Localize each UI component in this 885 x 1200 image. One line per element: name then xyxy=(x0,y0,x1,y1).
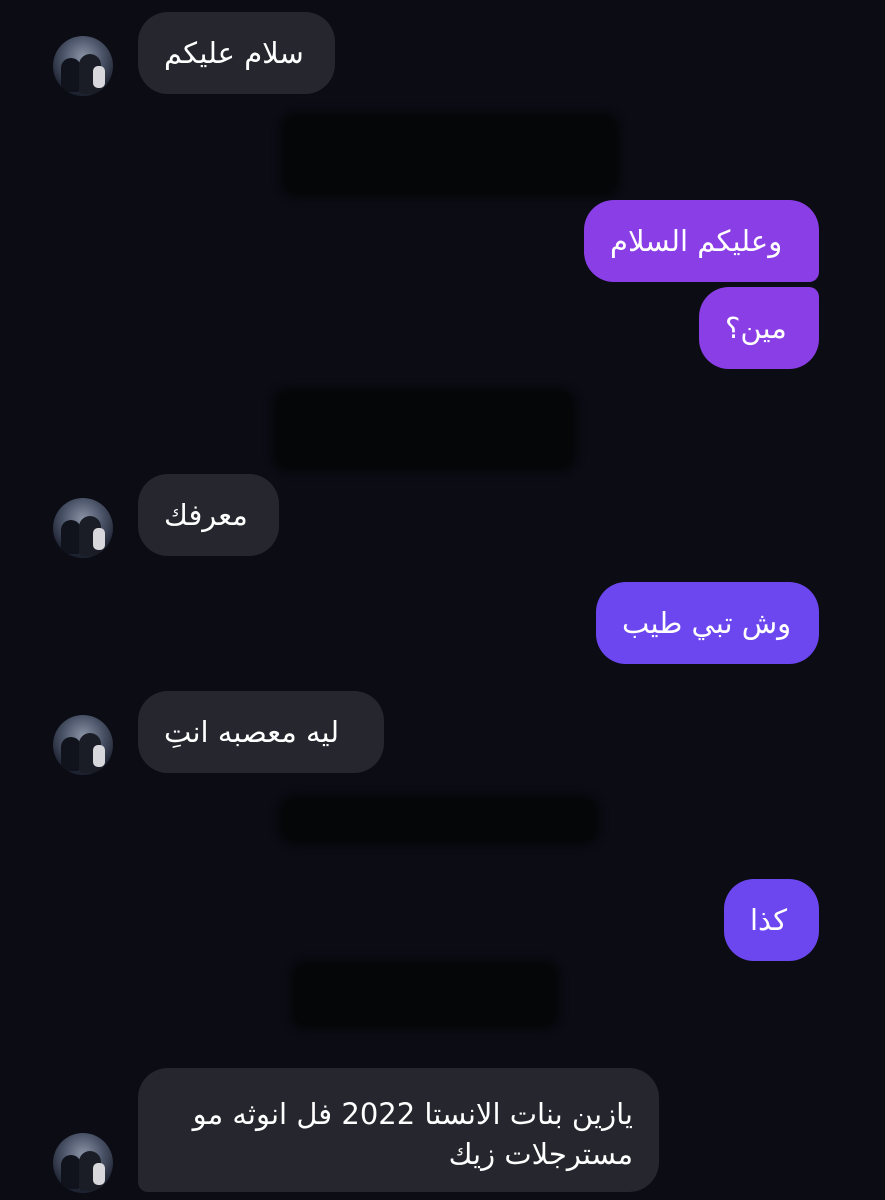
incoming-message-bubble[interactable]: ليه معصبه انتِ xyxy=(138,691,384,773)
outgoing-message-bubble[interactable]: مين؟ xyxy=(699,287,819,369)
contact-avatar[interactable] xyxy=(53,1133,113,1193)
redacted-area xyxy=(278,795,600,845)
outgoing-message-bubble[interactable]: وش تبي طيب xyxy=(596,582,819,664)
redacted-area xyxy=(290,960,560,1030)
contact-avatar[interactable] xyxy=(53,36,113,96)
message-text-line: مسترجلات زيك xyxy=(448,1137,633,1171)
redacted-area xyxy=(280,112,620,198)
message-text: معرفك xyxy=(164,498,248,532)
message-text: وعليكم السلام xyxy=(610,224,783,258)
message-text: سلام عليكم xyxy=(164,36,304,70)
contact-avatar[interactable] xyxy=(53,715,113,775)
chat-thread: سلام عليكم وعليكم السلام مين؟ معرفك وش ت… xyxy=(0,0,885,1200)
incoming-message-bubble[interactable]: معرفك xyxy=(138,474,279,556)
outgoing-message-bubble[interactable]: كذا xyxy=(724,879,819,961)
incoming-message-bubble[interactable]: يازين بنات الانستا 2022 فل انوثه مو مستر… xyxy=(138,1068,659,1192)
message-text-line: يازين بنات الانستا 2022 فل انوثه مو xyxy=(192,1097,633,1131)
incoming-message-bubble[interactable]: سلام عليكم xyxy=(138,12,335,94)
outgoing-message-bubble[interactable]: وعليكم السلام xyxy=(584,200,819,282)
message-text: ليه معصبه انتِ xyxy=(164,715,340,749)
message-text: كذا xyxy=(750,903,788,937)
message-text: مين؟ xyxy=(725,311,787,345)
message-text: وش تبي طيب xyxy=(622,606,792,640)
contact-avatar[interactable] xyxy=(53,498,113,558)
redacted-area xyxy=(272,388,577,472)
